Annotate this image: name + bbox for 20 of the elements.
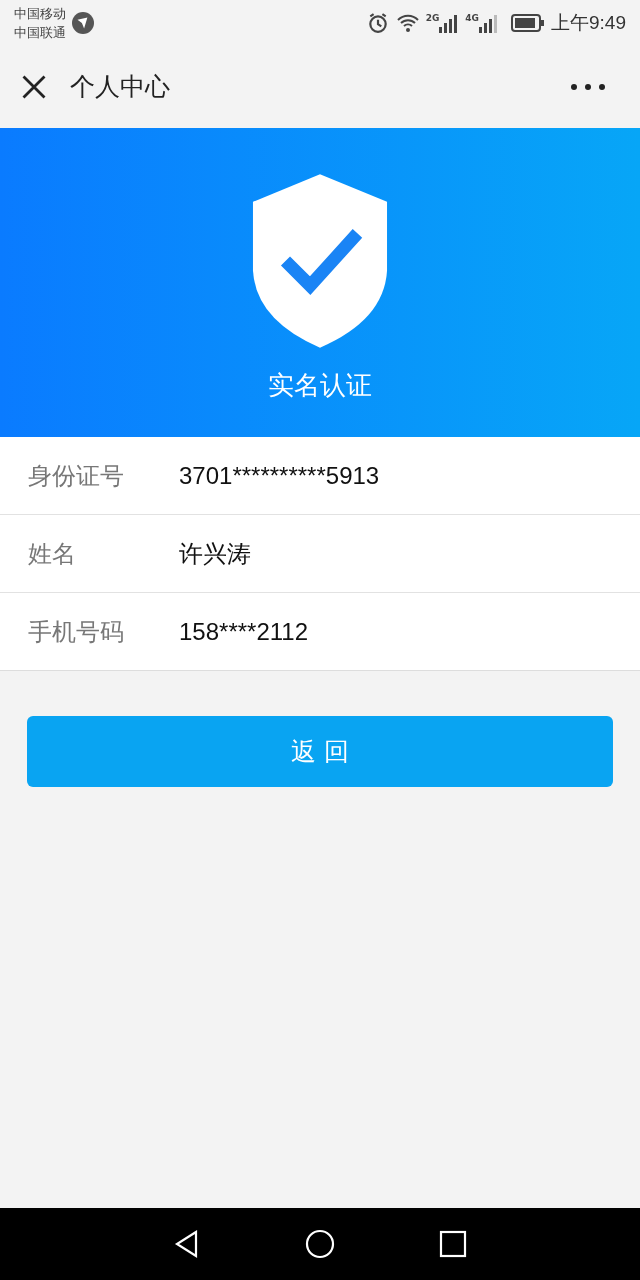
field-value: 158****2112: [179, 617, 308, 646]
field-label: 手机号码: [28, 616, 125, 648]
more-options-button[interactable]: [570, 82, 606, 91]
network-type-label: 4G: [465, 12, 479, 23]
back-button[interactable]: 返 回: [27, 716, 613, 787]
field-label: 身份证号: [28, 460, 125, 492]
banner-title: 实名认证: [268, 369, 372, 402]
page-title: 个人中心: [70, 71, 170, 103]
app-notification-icon: [72, 11, 94, 34]
network-type-label: 2G: [425, 12, 440, 23]
carrier-name: 中国联通: [14, 23, 66, 42]
carrier-name: 中国移动: [14, 4, 66, 23]
field-value: 许兴涛: [179, 538, 251, 569]
shield-check-icon: [251, 172, 389, 350]
field-label: 姓名: [28, 538, 77, 570]
clock-time: 上午9:49: [551, 10, 626, 35]
battery-icon: [511, 13, 545, 32]
field-value: 3701**********5913: [179, 461, 380, 490]
home-nav-icon[interactable]: [305, 1229, 335, 1259]
recents-nav-icon[interactable]: [438, 1229, 469, 1259]
